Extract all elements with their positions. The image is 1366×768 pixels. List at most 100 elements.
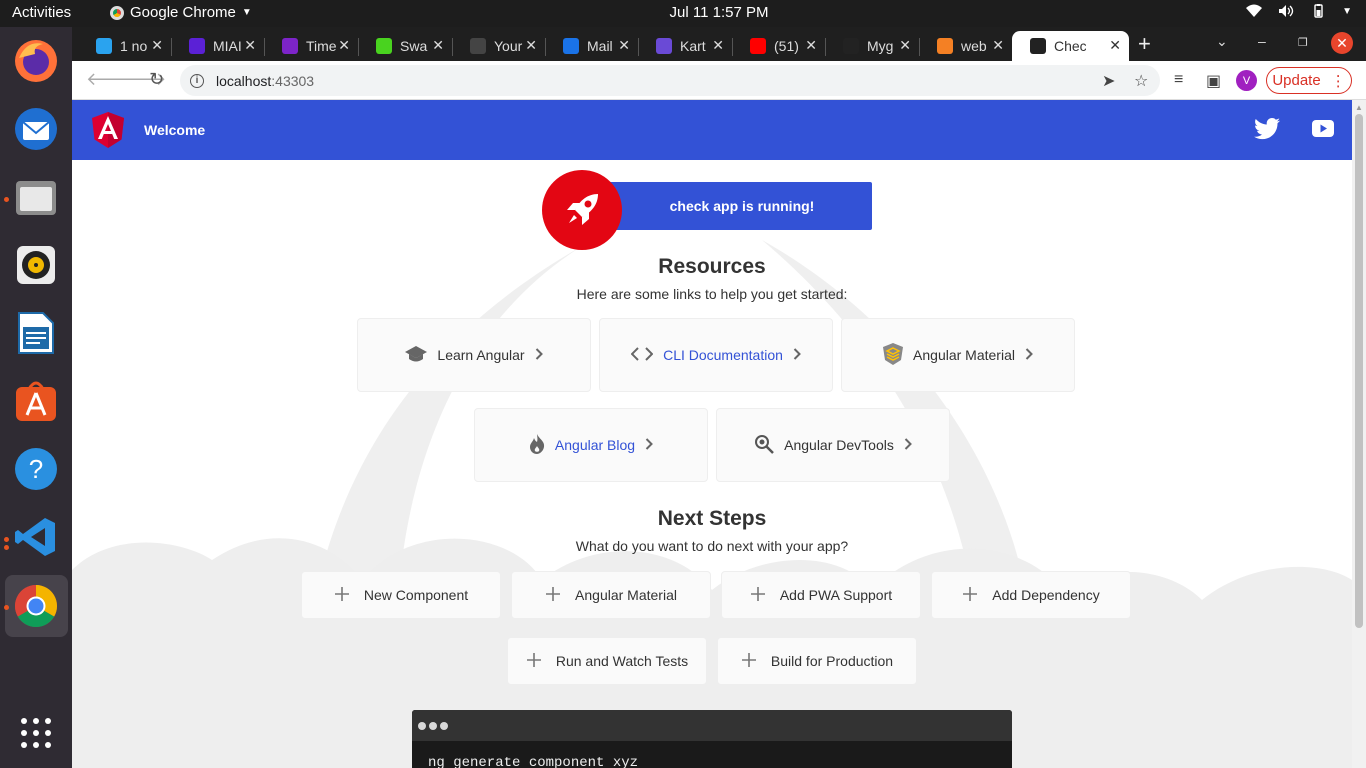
system-tray[interactable]: ▼ [1246, 4, 1352, 18]
side-panel-icon[interactable]: ▣ [1206, 71, 1221, 91]
scrollbar-thumb[interactable] [1355, 114, 1363, 628]
next-step-card[interactable]: Angular Material [511, 571, 711, 619]
chrome-launcher[interactable] [12, 582, 60, 630]
send-icon[interactable]: ➤ [1102, 71, 1115, 91]
running-indicator [4, 605, 9, 610]
page-viewport: Welcome check app is running! Resources … [72, 100, 1352, 768]
next-step-card[interactable]: Add Dependency [931, 571, 1131, 619]
browser-tab[interactable]: 1 no ✕ [78, 31, 171, 61]
browser-tab[interactable]: Kart ✕ [638, 31, 732, 61]
resource-card[interactable]: Angular Material [841, 318, 1075, 392]
rocket-badge [542, 170, 622, 250]
scroll-up-arrow-icon[interactable]: ▲ [1355, 103, 1363, 112]
next-step-label: Run and Watch Tests [555, 653, 689, 669]
tab-close-icon[interactable]: ✕ [712, 37, 724, 54]
browser-tab[interactable]: Time ✕ [264, 31, 358, 61]
tab-close-icon[interactable]: ✕ [992, 37, 1004, 54]
firefox-launcher[interactable] [12, 37, 60, 85]
terminal-dot [429, 721, 437, 730]
url-host: localhost [216, 72, 272, 89]
vscode-icon [15, 518, 55, 556]
rocket-icon [567, 194, 598, 225]
resource-card-label: Angular Material [913, 347, 1015, 363]
youtube-icon[interactable] [1312, 120, 1334, 137]
resources-subtitle: Here are some links to help you get star… [576, 286, 848, 302]
next-step-card[interactable]: Build for Production [717, 637, 917, 685]
browser-tab[interactable]: Myg ✕ [825, 31, 919, 61]
plus-icon [962, 582, 978, 608]
browser-tab[interactable]: (51) ✕ [732, 31, 825, 61]
resource-card[interactable]: Angular DevTools [716, 408, 950, 482]
page-scrollbar[interactable]: ▲ [1352, 100, 1366, 768]
bookmark-star-icon[interactable]: ☆ [1134, 71, 1148, 91]
close-window-button[interactable]: ✕ [1331, 32, 1353, 54]
tab-favicon-icon [750, 38, 766, 54]
update-button-label: Update [1272, 72, 1321, 89]
app-running-card: check app is running! [602, 182, 872, 230]
browser-tab[interactable]: Your ✕ [452, 31, 545, 61]
files-launcher[interactable] [12, 173, 60, 221]
tab-title: web [961, 38, 987, 54]
tab-favicon-icon [189, 38, 205, 54]
profile-avatar[interactable]: V [1236, 70, 1257, 91]
help-launcher[interactable]: ? [12, 445, 60, 493]
tab-title: MIAI [213, 38, 242, 54]
site-info-icon[interactable]: i [190, 73, 204, 88]
browser-tab[interactable]: Chec ✕ [1012, 31, 1129, 61]
browser-tab[interactable]: MIAI ✕ [171, 31, 264, 61]
tab-close-icon[interactable]: ✕ [432, 37, 444, 54]
svg-text:?: ? [29, 454, 43, 484]
thunderbird-launcher[interactable] [12, 105, 60, 153]
minimize-icon[interactable]: – [1258, 33, 1266, 49]
clock[interactable]: Jul 11 1:57 PM [0, 4, 1366, 21]
browser-toolbar: 🡐 🡒 ↻ i localhost:43303 ➤ ☆ ≡ ▣ V Update… [72, 61, 1366, 100]
new-tab-button[interactable]: + [1138, 31, 1151, 57]
show-applications-button[interactable] [12, 709, 60, 757]
resource-card[interactable]: Angular Blog [474, 408, 708, 482]
update-button[interactable]: Update ⋮ [1266, 67, 1352, 94]
browser-tab[interactable]: web ✕ [919, 31, 1012, 61]
tab-favicon-icon [843, 38, 859, 54]
app-running-text: check app is running! [669, 198, 815, 214]
tab-favicon-icon [376, 38, 392, 54]
running-indicator [4, 197, 9, 202]
reload-button[interactable]: ↻ [149, 69, 164, 90]
vscode-launcher[interactable] [12, 513, 60, 561]
resource-card[interactable]: CLI Documentation [599, 318, 833, 392]
next-step-card[interactable]: New Component [301, 571, 501, 619]
tab-close-icon[interactable]: ✕ [244, 37, 256, 54]
tab-close-icon[interactable]: ✕ [618, 37, 630, 54]
tab-close-icon[interactable]: ✕ [525, 37, 537, 54]
running-indicator [4, 545, 9, 550]
angular-app-toolbar: Welcome [72, 100, 1352, 160]
terminal-header [412, 710, 1012, 741]
maximize-icon[interactable]: ❐ [1298, 36, 1308, 49]
tab-close-icon[interactable]: ✕ [899, 37, 911, 54]
next-step-card[interactable]: Run and Watch Tests [507, 637, 707, 685]
tab-favicon-icon [563, 38, 579, 54]
browser-tab[interactable]: Swa ✕ [358, 31, 452, 61]
power-menu-caret-icon: ▼ [1342, 5, 1352, 17]
media-controls-icon[interactable]: ≡ [1174, 71, 1183, 89]
tab-title: Kart [680, 38, 706, 54]
tab-close-icon[interactable]: ✕ [151, 37, 163, 54]
resource-card[interactable]: Learn Angular [357, 318, 591, 392]
tab-close-icon[interactable]: ✕ [338, 37, 350, 54]
more-menu-icon: ⋮ [1330, 72, 1346, 90]
tab-close-icon[interactable]: ✕ [805, 37, 817, 54]
code-icon [630, 346, 654, 364]
next-step-label: Angular Material [575, 587, 677, 603]
address-bar[interactable]: i localhost:43303 [180, 65, 1160, 96]
writer-launcher[interactable] [12, 309, 60, 357]
tab-close-icon[interactable]: ✕ [1109, 37, 1121, 54]
browser-tab[interactable]: Mail ✕ [545, 31, 638, 61]
rhythmbox-launcher[interactable] [12, 241, 60, 289]
twitter-icon[interactable] [1254, 118, 1280, 140]
app-center-launcher[interactable] [12, 377, 60, 425]
tab-search-icon[interactable]: ⌄ [1216, 33, 1228, 50]
plus-icon [741, 648, 757, 674]
next-step-card[interactable]: Add PWA Support [721, 571, 921, 619]
tab-favicon-icon [937, 38, 953, 54]
angular-logo-icon [92, 112, 124, 148]
running-indicator [4, 537, 9, 542]
